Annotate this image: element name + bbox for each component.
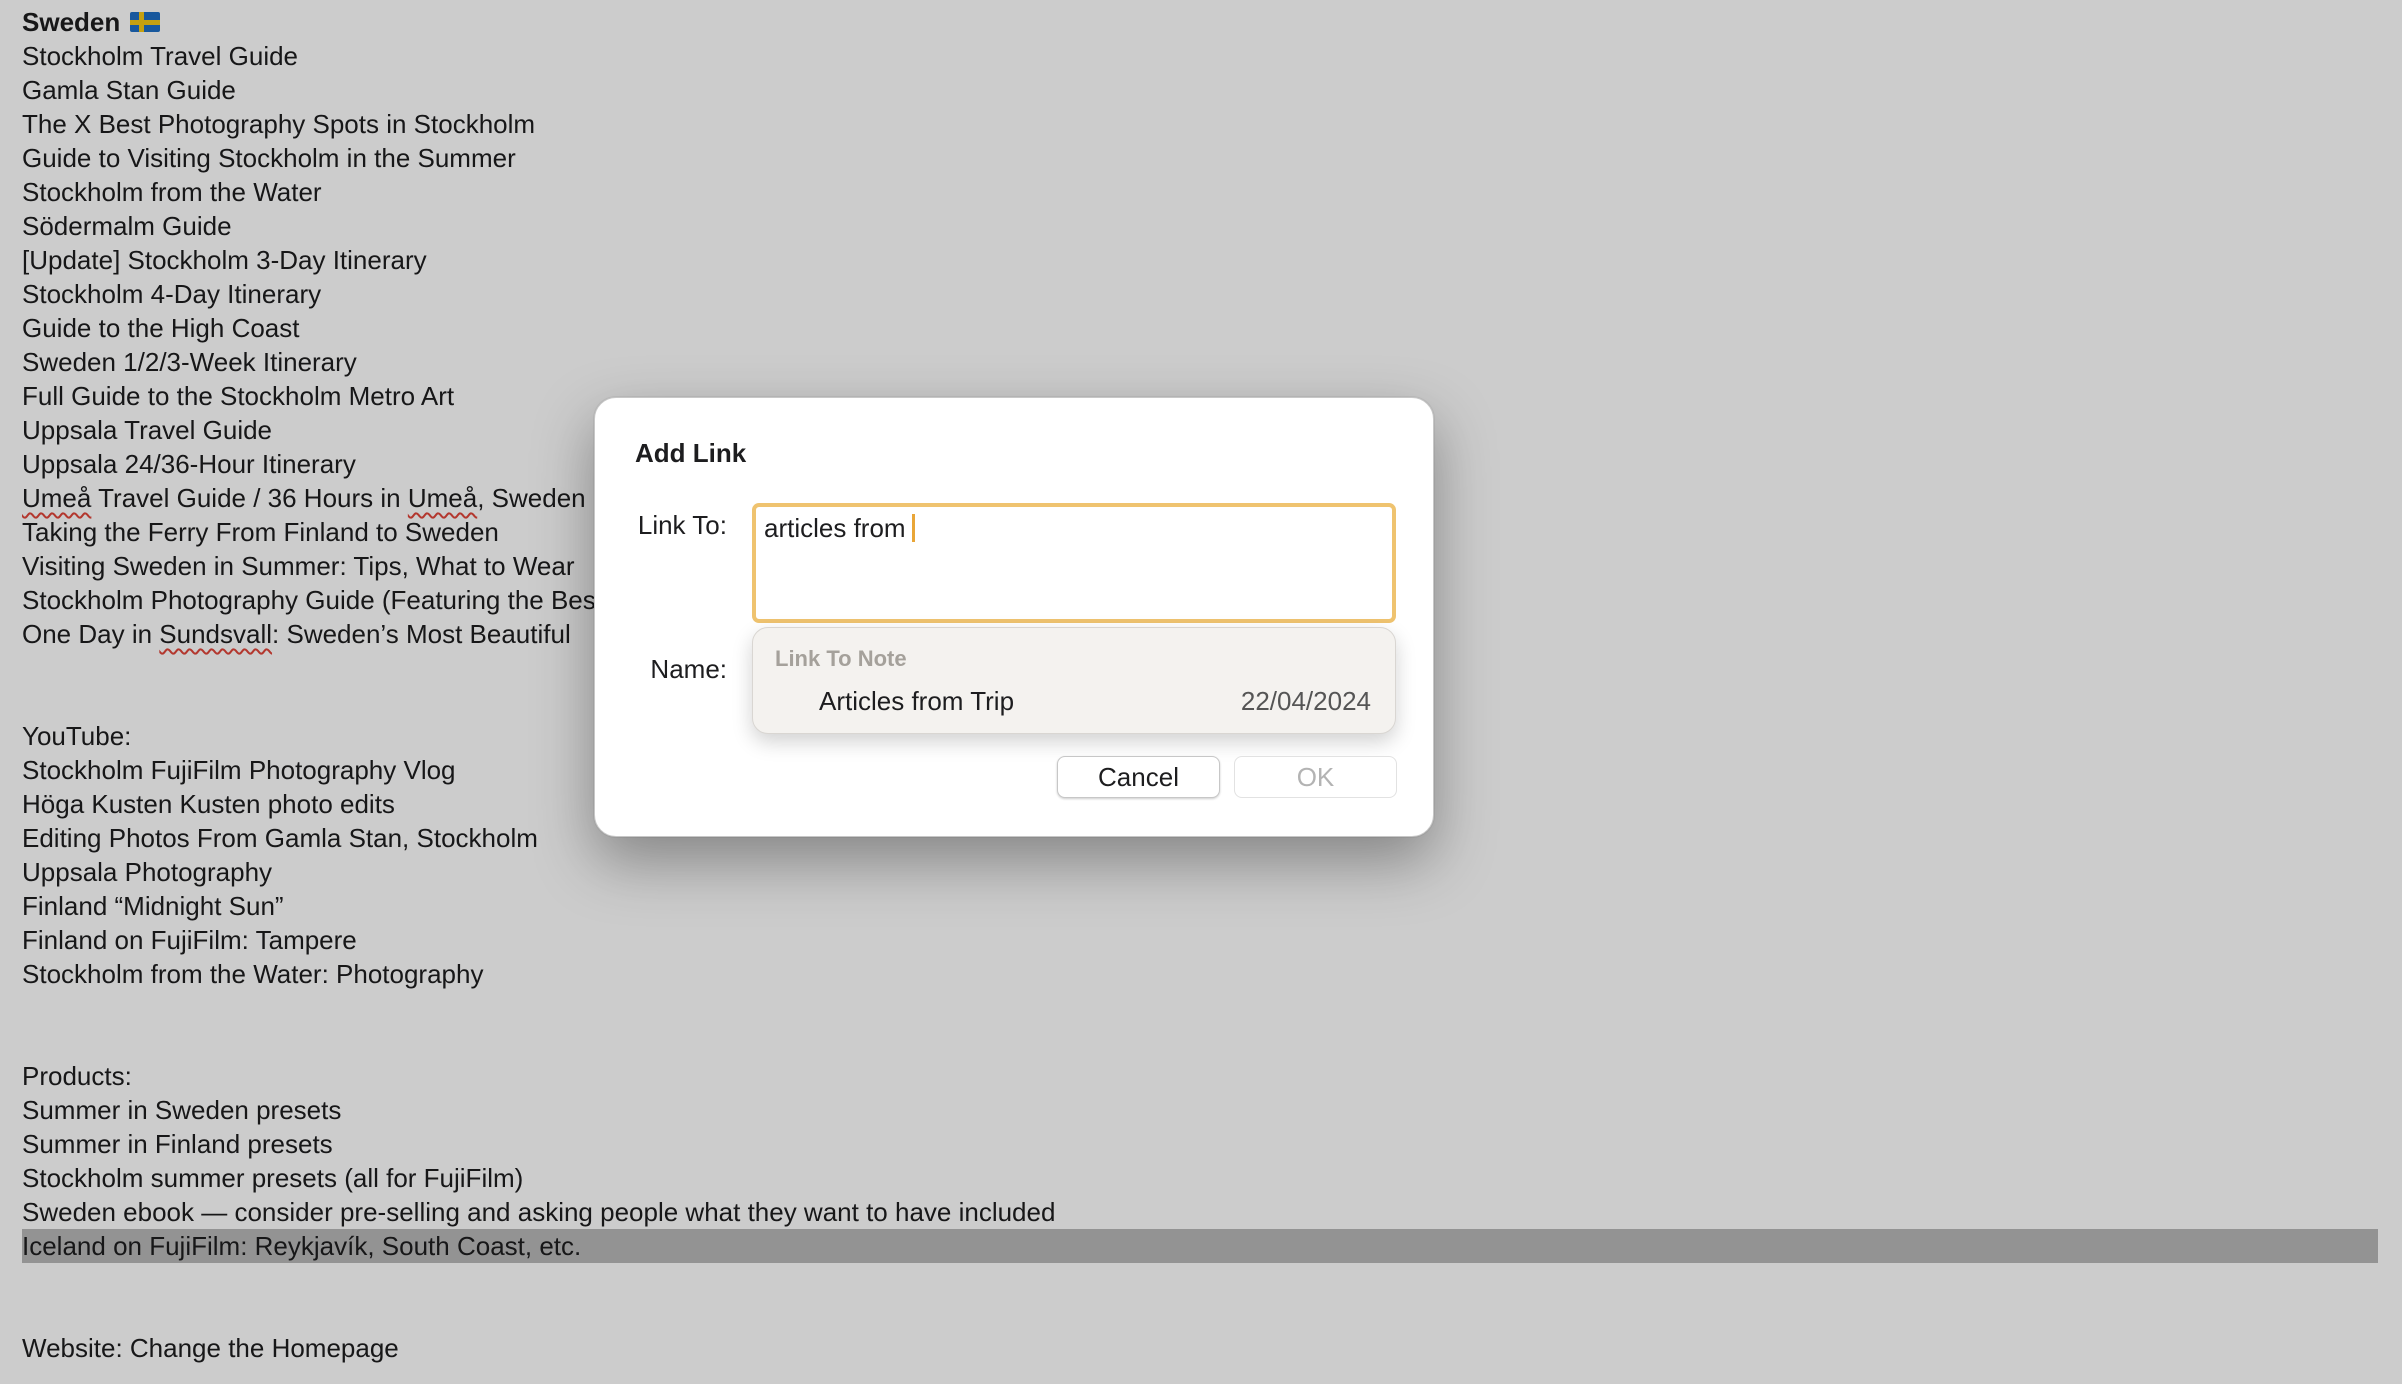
link-suggestions-popup: Link To Note Articles from Trip 22/04/20… [752,627,1396,734]
suggestion-item-date: 22/04/2024 [1240,686,1371,716]
suggestion-item-label: Articles from Trip [819,686,1015,716]
name-label: Name: [650,654,727,684]
suggestion-item-articles-from-trip[interactable]: Articles from Trip 22/04/2024 [763,682,1385,722]
link-to-input-value: articles from [764,513,906,543]
link-to-input[interactable]: articles from [752,503,1396,623]
dialog-title: Add Link [635,438,747,468]
add-link-dialog: Add Link Link To: articles from Name: Li… [594,397,1434,837]
text-caret [911,514,915,542]
suggestions-header: Link To Note [775,646,907,671]
cancel-button[interactable]: Cancel [1057,756,1220,798]
ok-button[interactable]: OK [1234,756,1397,798]
link-to-label: Link To: [637,510,727,540]
